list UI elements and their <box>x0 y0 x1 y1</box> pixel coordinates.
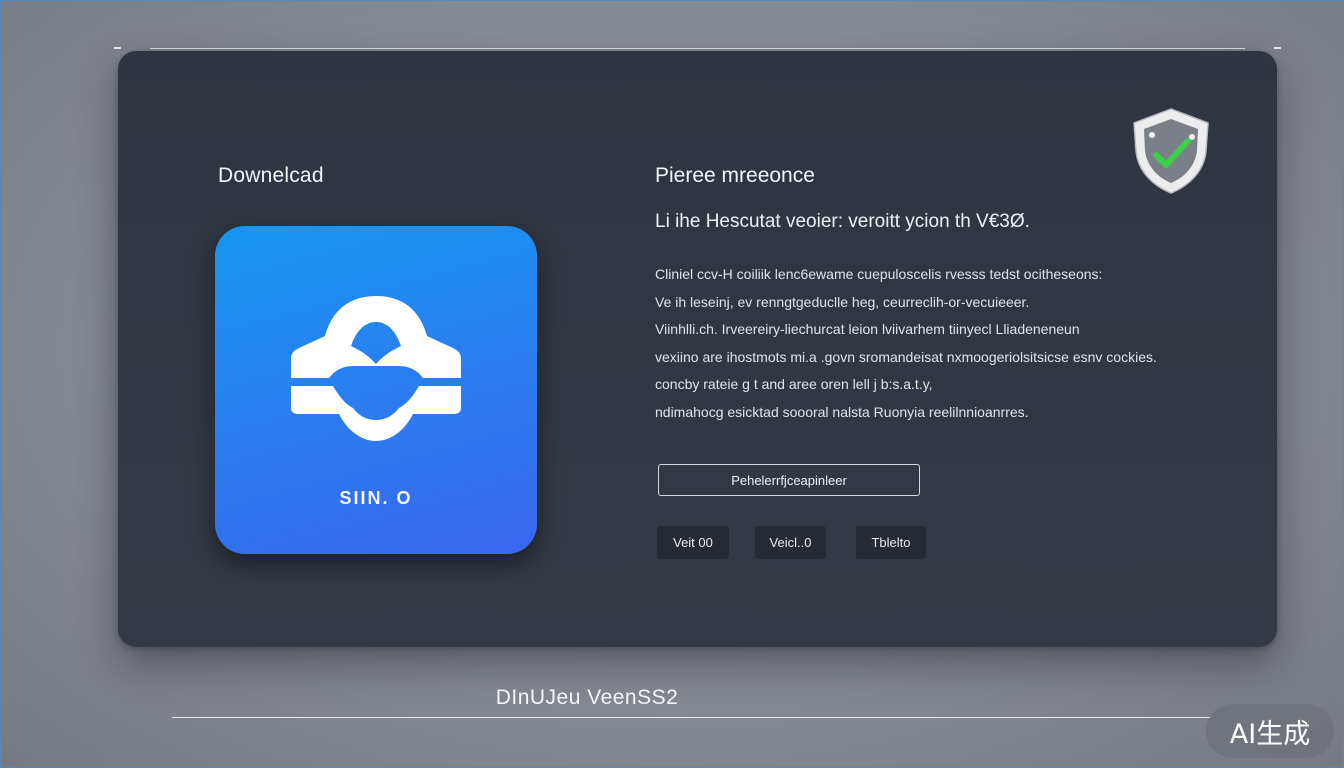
description-line: vexiino are ihostmots mi.a .govn sromand… <box>655 348 1157 365</box>
description-line: ndimahocg esicktad soooral nalsta Ruonyi… <box>655 403 1029 420</box>
top-divider <box>150 48 1245 49</box>
version-button-3[interactable]: Tblelto <box>856 526 926 559</box>
preference-heading: Pieree mreeonce <box>655 164 815 187</box>
description-line: concby rateie g t and aree oren lell j b… <box>655 376 933 392</box>
cloud-bridge-logo-icon <box>291 296 461 441</box>
description-line: Ve ih leseinj, ev renngtgeduclle heg, ce… <box>655 293 1030 310</box>
app-name-label: SIIN. O <box>339 488 413 508</box>
download-heading: Downelcad <box>218 164 324 187</box>
footer-caption: DInUJeu VeenSS2 <box>495 686 679 709</box>
top-rule-right-tick <box>1274 47 1281 49</box>
bottom-divider <box>172 717 1212 718</box>
download-primary-button[interactable]: Pehelerrfjceapinleer <box>658 464 920 496</box>
app-icon-tile[interactable]: SIIN. O <box>215 226 537 554</box>
version-subheading: Li ihe Hescutat veoier: veroitt ycion th… <box>655 211 1030 232</box>
top-rule-left-tick <box>114 47 121 49</box>
version-button-2[interactable]: Veicl..0 <box>755 526 826 559</box>
version-button-1[interactable]: Veit 00 <box>657 526 729 559</box>
download-card: Downelcad SIIN. O Pieree mreeonce Li ihe… <box>118 51 1277 647</box>
description-line: Cliniel ccv-H coiliik lenc6ewame cuepulo… <box>655 266 1103 282</box>
description-block: Cliniel ccv-H coiliik lenc6ewame cuepulo… <box>655 261 1255 426</box>
shield-check-icon <box>1133 108 1209 194</box>
ai-generated-badge: AI生成 <box>1206 704 1334 758</box>
description-line: Viinhlli.ch. Irveereiry-liechurcat leion… <box>655 321 1080 337</box>
